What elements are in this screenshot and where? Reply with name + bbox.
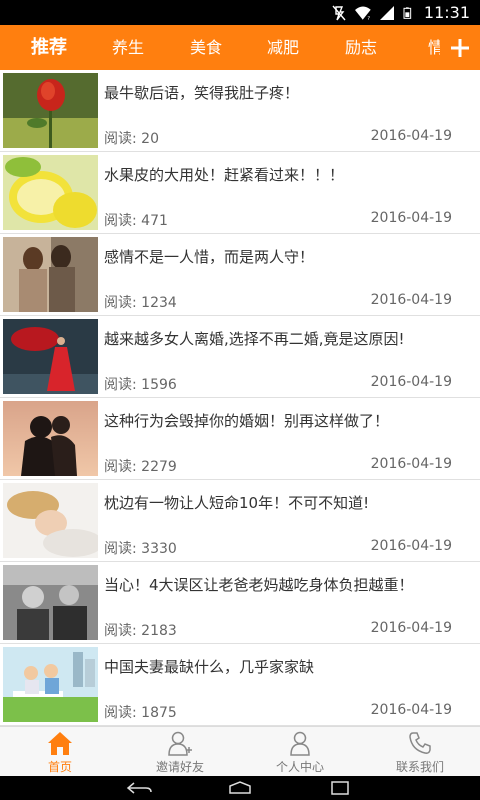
plus-icon <box>451 38 469 57</box>
publish-date: 2016-04-19 <box>370 702 452 718</box>
nav-invite-friends[interactable]: 邀请好友 <box>120 727 240 777</box>
home-icon <box>48 732 72 755</box>
nav-label: 邀请好友 <box>155 760 204 774</box>
read-count: 阅读: 471 <box>104 213 168 229</box>
battery-icon <box>403 6 412 19</box>
list-item[interactable]: 越来越多女人离婚,选择不再二婚,竟是这原因! 阅读: 1596 2016-04-… <box>0 316 480 398</box>
wifi-icon: ? <box>354 6 372 22</box>
nav-label: 个人中心 <box>275 760 324 774</box>
tab-inspiration[interactable]: 励志 <box>331 25 391 70</box>
clock: 11:31 <box>423 3 470 22</box>
article-thumbnail <box>3 319 98 394</box>
article-thumbnail <box>3 73 98 148</box>
article-title: 枕边有一物让人短命10年！不可不知道! <box>104 494 370 512</box>
system-navigation-bar <box>0 776 480 800</box>
article-title: 感情不是一人惜，而是两人守！ <box>104 248 315 266</box>
article-title: 越来越多女人离婚,选择不再二婚,竟是这原因! <box>104 330 405 348</box>
article-thumbnail <box>3 155 98 230</box>
list-item[interactable]: 枕边有一物让人短命10年！不可不知道! 阅读: 3330 2016-04-19 <box>0 480 480 562</box>
read-count: 阅读: 3330 <box>104 541 177 557</box>
read-count: 阅读: 2183 <box>104 623 177 639</box>
tab-food[interactable]: 美食 <box>176 25 236 70</box>
article-thumbnail <box>3 483 98 558</box>
mute-icon <box>332 5 346 20</box>
category-tabs: 推荐 养生 美食 减肥 励志 情 <box>0 25 444 70</box>
read-count: 阅读: 2279 <box>104 459 177 475</box>
nav-label: 联系我们 <box>395 760 444 774</box>
tab-health[interactable]: 养生 <box>98 25 158 70</box>
publish-date: 2016-04-19 <box>370 456 452 472</box>
article-title: 当心！4大误区让老爸老妈越吃身体负担越重！ <box>104 576 414 594</box>
article-thumbnail <box>3 647 98 722</box>
svg-text:?: ? <box>367 16 370 22</box>
add-friend-icon <box>168 731 192 756</box>
phone-icon <box>409 732 431 754</box>
tab-diet[interactable]: 减肥 <box>253 25 313 70</box>
read-count: 阅读: 1596 <box>104 377 177 393</box>
list-item[interactable]: 最牛歇后语，笑得我肚子疼！ 阅读: 20 2016-04-19 <box>0 70 480 152</box>
tab-recommend[interactable]: 推荐 <box>18 25 80 70</box>
list-item[interactable]: 这种行为会毁掉你的婚姻！别再这样做了！ 阅读: 2279 2016-04-19 <box>0 398 480 480</box>
list-item[interactable]: 水果皮的大用处！赶紧看过来！！！ 阅读: 471 2016-04-19 <box>0 152 480 234</box>
person-icon <box>290 731 310 756</box>
article-thumbnail <box>3 237 98 312</box>
article-title: 水果皮的大用处！赶紧看过来！！！ <box>104 166 345 184</box>
publish-date: 2016-04-19 <box>370 374 452 390</box>
status-bar: ? 11:31 <box>0 0 480 25</box>
list-item[interactable]: 当心！4大误区让老爸老妈越吃身体负担越重！ 阅读: 2183 2016-04-1… <box>0 562 480 644</box>
article-thumbnail <box>3 565 98 640</box>
read-count: 阅读: 1234 <box>104 295 177 311</box>
recent-apps-icon[interactable] <box>320 779 360 797</box>
signal-icon <box>379 5 394 20</box>
publish-date: 2016-04-19 <box>370 292 452 308</box>
list-item[interactable]: 感情不是一人惜，而是两人守！ 阅读: 1234 2016-04-19 <box>0 234 480 316</box>
category-tab-bar: 推荐 养生 美食 减肥 励志 情 <box>0 25 480 70</box>
article-list: 最牛歇后语，笑得我肚子疼！ 阅读: 20 2016-04-19 水果皮的大用处！… <box>0 70 480 726</box>
back-icon[interactable] <box>120 779 160 797</box>
nav-contact-us[interactable]: 联系我们 <box>360 727 480 777</box>
nav-profile[interactable]: 个人中心 <box>240 727 360 777</box>
article-title: 中国夫妻最缺什么，几乎家家缺 <box>104 658 315 676</box>
add-category-button[interactable] <box>440 25 480 70</box>
publish-date: 2016-04-19 <box>370 210 452 226</box>
publish-date: 2016-04-19 <box>370 538 452 554</box>
article-title: 这种行为会毁掉你的婚姻！别再这样做了！ <box>104 412 390 430</box>
article-thumbnail <box>3 401 98 476</box>
read-count: 阅读: 20 <box>104 131 159 147</box>
home-button-icon[interactable] <box>220 779 260 797</box>
publish-date: 2016-04-19 <box>370 128 452 144</box>
nav-label: 首页 <box>47 760 72 774</box>
list-item[interactable]: 中国夫妻最缺什么，几乎家家缺 阅读: 1875 2016-04-19 <box>0 644 480 726</box>
read-count: 阅读: 1875 <box>104 705 177 721</box>
publish-date: 2016-04-19 <box>370 620 452 636</box>
bottom-navigation: 首页 邀请好友 个人中心 联系我们 <box>0 726 480 776</box>
nav-home[interactable]: 首页 <box>0 727 120 777</box>
article-title: 最牛歇后语，笑得我肚子疼！ <box>104 84 300 102</box>
